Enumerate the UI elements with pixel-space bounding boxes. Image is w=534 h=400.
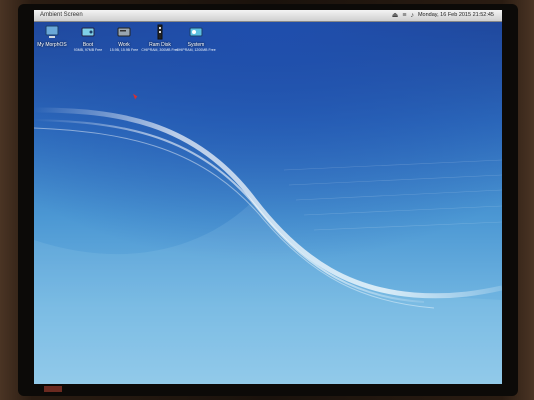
eject-icon[interactable]: ⏏ [392,10,399,21]
desktop-icon-sub: CHIPRAM, 1200MB Free [176,48,216,52]
desktop-screen: Ambient Screen ⏏ ≡ ♪ Monday, 16 Feb 2015… [34,10,502,384]
wallpaper-wave [34,107,502,384]
ramdisk-icon [152,24,168,40]
network-icon[interactable]: ≡ [402,10,406,21]
computer-icon [44,24,60,40]
system-tray: ⏏ ≡ ♪ Monday, 16 Feb 2015 21:52:45 [392,10,494,21]
desktop-icon-my-morphos[interactable]: My MorphOS [36,24,68,52]
menu-bar: Ambient Screen ⏏ ≡ ♪ Monday, 16 Feb 2015… [34,10,502,22]
harddisk-icon [80,24,96,40]
desktop-icon-sub: CHIPRAM, 300MB Free [141,48,179,52]
desktop-icons: My MorphOS Boot 93MB, 97MB Free Work 15.… [36,24,216,52]
app-title: Ambient Screen [40,12,83,18]
desktop-icon-system[interactable]: System CHIPRAM, 1200MB Free [176,24,216,52]
harddisk-icon [116,24,132,40]
desktop-icon-ram-disk[interactable]: Ram Disk CHIPRAM, 300MB Free [141,24,179,52]
clock[interactable]: Monday, 16 Feb 2015 21:52:45 [418,10,494,21]
desktop-icon-boot[interactable]: Boot 93MB, 97MB Free [72,24,104,52]
desktop-icon-label: My MorphOS [37,42,67,48]
desktop-icon-sub: 15.9B, 15.9B Free [109,48,139,52]
monitor-brand-strip [44,386,62,392]
desktop-icon-work[interactable]: Work 15.9B, 15.9B Free [108,24,140,52]
system-icon [188,24,204,40]
volume-icon[interactable]: ♪ [410,10,414,21]
desktop-icon-sub: 93MB, 97MB Free [73,48,103,52]
